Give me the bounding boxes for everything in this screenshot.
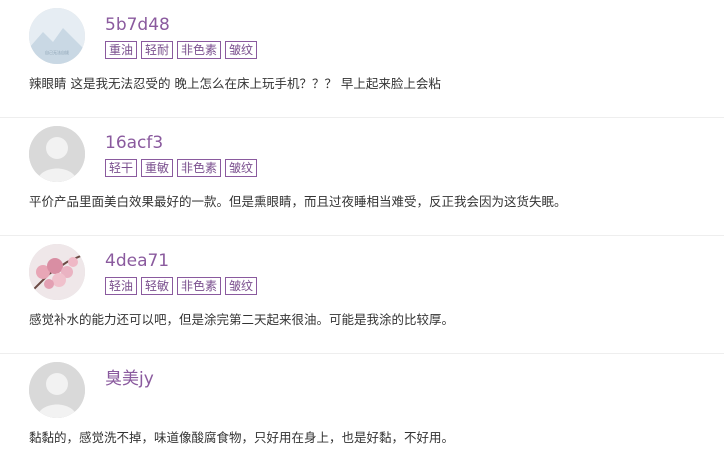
skin-tag: 皱纹 — [225, 277, 258, 295]
skin-tag: 轻耐 — [141, 41, 174, 59]
avatar[interactable] — [29, 362, 85, 418]
skin-tag: 皱纹 — [225, 41, 258, 59]
review-item: 4dea71 轻油 轻敏 非色素 皱纹 感觉补水的能力还可以吧，但是涂完第二天起… — [0, 236, 724, 354]
username[interactable]: 臭美jy — [105, 369, 154, 389]
review-item: 臭美jy 黏黏的，感觉洗不掉，味道像酸腐食物，只好用在身上，也是好黏，不好用。 — [0, 354, 724, 471]
review-list: 自己无法自拔 5b7d48 重油 轻耐 非色素 皱纹 辣眼睛 这是我无法忍受的 … — [0, 0, 724, 471]
skin-tag: 重油 — [105, 41, 138, 59]
username[interactable]: 16acf3 — [105, 133, 163, 153]
default-user-avatar-icon — [29, 126, 85, 182]
username[interactable]: 4dea71 — [105, 251, 169, 271]
review-item: 16acf3 轻干 重敏 非色素 皱纹 平价产品里面美白效果最好的一款。但是熏眼… — [0, 118, 724, 236]
skin-tags: 轻干 重敏 非色素 皱纹 — [105, 159, 258, 177]
skin-tag: 皱纹 — [225, 159, 258, 177]
skin-tag: 轻油 — [105, 277, 138, 295]
comment-text: 感觉补水的能力还可以吧，但是涂完第二天起来很油。可能是我涂的比较厚。 — [29, 312, 455, 327]
default-user-avatar-icon — [29, 362, 85, 418]
skin-tags: 重油 轻耐 非色素 皱纹 — [105, 41, 258, 59]
username[interactable]: 5b7d48 — [105, 15, 170, 35]
cherry-blossom-avatar-icon — [29, 244, 85, 300]
comment-text: 平价产品里面美白效果最好的一款。但是熏眼睛，而且过夜睡相当难受，反正我会因为这货… — [29, 194, 567, 209]
avatar[interactable] — [29, 244, 85, 300]
skin-tag: 重敏 — [141, 159, 174, 177]
skin-tag: 轻敏 — [141, 277, 174, 295]
comment-text: 辣眼睛 这是我无法忍受的 晚上怎么在床上玩手机？？？ 早上起来脸上会粘 — [29, 76, 441, 91]
avatar[interactable] — [29, 126, 85, 182]
skin-tag: 非色素 — [177, 159, 222, 177]
skin-tag: 轻干 — [105, 159, 138, 177]
comment-text: 黏黏的，感觉洗不掉，味道像酸腐食物，只好用在身上，也是好黏，不好用。 — [29, 430, 455, 445]
default-landscape-avatar-icon: 自己无法自拔 — [29, 8, 85, 64]
skin-tag: 非色素 — [177, 277, 222, 295]
avatar[interactable]: 自己无法自拔 — [29, 8, 85, 64]
skin-tag: 非色素 — [177, 41, 222, 59]
avatar-text: 自己无法自拔 — [45, 49, 69, 55]
review-item: 自己无法自拔 5b7d48 重油 轻耐 非色素 皱纹 辣眼睛 这是我无法忍受的 … — [0, 0, 724, 118]
skin-tags: 轻油 轻敏 非色素 皱纹 — [105, 277, 258, 295]
